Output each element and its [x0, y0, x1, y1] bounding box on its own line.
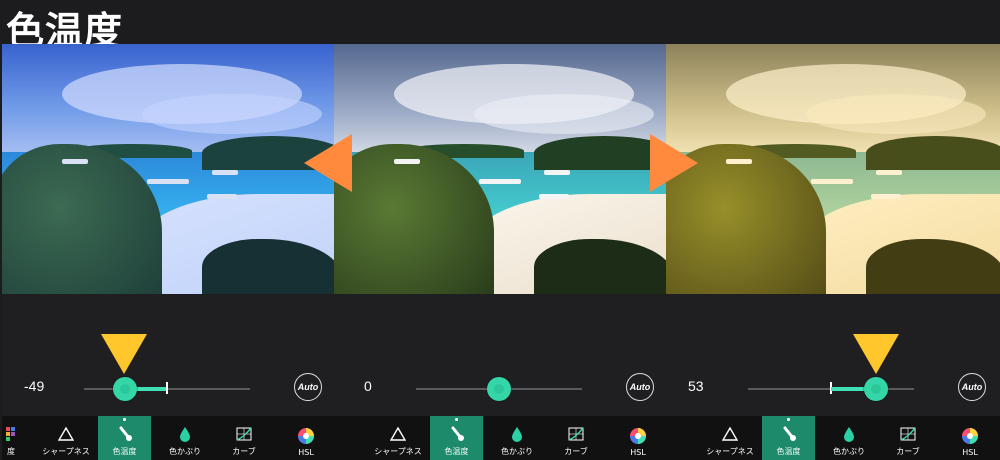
tool-bar: シャープネス 色温度 色かぶり カーブ HSL [666, 416, 1000, 460]
curve-icon [899, 425, 917, 443]
tool-tint[interactable]: 色かぶり [824, 416, 874, 460]
tool-bar: 度 シャープネス 色温度 色かぶり カーブ HSL [2, 416, 334, 460]
thermometer-icon [116, 425, 134, 443]
tool-bar: シャープネス 色温度 色かぶり カーブ HSL [334, 416, 666, 460]
tool-label: HSL [962, 448, 978, 457]
slider-knob[interactable] [487, 377, 511, 401]
slider-controls: 0 Auto [334, 294, 666, 412]
color-wheel-icon [629, 427, 647, 445]
tool-label: シャープネス [42, 447, 90, 456]
tool-label: シャープネス [706, 447, 754, 456]
pointer-triangle-icon [853, 334, 899, 374]
tool-label: カーブ [232, 447, 256, 456]
grid-color-icon [2, 425, 20, 443]
photo-preview [666, 44, 1000, 294]
slider-value: -49 [24, 378, 45, 394]
tool-label: 度 [7, 447, 15, 456]
slider-value: 0 [364, 378, 372, 394]
editor-panel-neutral: 0 Auto シャープネス 色温度 色かぶり カーブ HSL [334, 44, 666, 460]
auto-button[interactable]: Auto [626, 373, 654, 401]
tool-hsl[interactable]: HSL [286, 416, 326, 460]
tool-color-temperature[interactable]: 色温度 [430, 416, 483, 460]
curve-icon [567, 425, 585, 443]
arrow-right-icon [650, 134, 698, 192]
tool-label: 色温度 [444, 447, 469, 456]
slider-controls: 53 Auto [666, 294, 1000, 412]
pointer-triangle-icon [101, 334, 147, 374]
thermometer-icon [780, 425, 798, 443]
thermometer-icon [448, 425, 466, 443]
photo-preview [334, 44, 666, 294]
tool-label: HSL [630, 448, 646, 457]
triangle-icon [389, 425, 407, 443]
photo-preview [2, 44, 334, 294]
tool-color-temperature[interactable]: 色温度 [98, 416, 151, 460]
auto-button[interactable]: Auto [958, 373, 986, 401]
tool-curve[interactable]: カーブ [222, 416, 266, 460]
tool-hsl[interactable]: HSL [618, 416, 658, 460]
auto-button[interactable]: Auto [294, 373, 322, 401]
tool-tint[interactable]: 色かぶり [492, 416, 542, 460]
slider-knob[interactable] [113, 377, 137, 401]
slider-controls: -49 Auto [2, 294, 334, 412]
tool-hsl[interactable]: HSL [950, 416, 990, 460]
triangle-icon [57, 425, 75, 443]
tool-color-temperature[interactable]: 色温度 [762, 416, 815, 460]
tool-sharpness[interactable]: シャープネス [368, 416, 428, 460]
slider-value: 53 [688, 378, 704, 394]
color-wheel-icon [961, 427, 979, 445]
editor-panel-cool: -49 Auto 度 シャープネス 色温度 色かぶり カーブ HSL [2, 44, 334, 460]
tool-label: カーブ [896, 447, 920, 456]
tool-tint[interactable]: 色かぶり [160, 416, 210, 460]
triangle-icon [721, 425, 739, 443]
arrow-left-icon [304, 134, 352, 192]
tool-label: HSL [298, 448, 314, 457]
tool-partial[interactable]: 度 [2, 416, 20, 460]
slider-knob[interactable] [864, 377, 888, 401]
curve-icon [235, 425, 253, 443]
tool-label: 色かぶり [169, 447, 201, 456]
tool-sharpness[interactable]: シャープネス [36, 416, 96, 460]
editor-panel-warm: 53 Auto シャープネス 色温度 色かぶり カーブ HSL [666, 44, 1000, 460]
droplet-icon [176, 425, 194, 443]
tool-label: 色温度 [112, 447, 137, 456]
tool-curve[interactable]: カーブ [886, 416, 930, 460]
droplet-icon [840, 425, 858, 443]
color-wheel-icon [297, 427, 315, 445]
tool-label: カーブ [564, 447, 588, 456]
tool-sharpness[interactable]: シャープネス [700, 416, 760, 460]
droplet-icon [508, 425, 526, 443]
slider-origin-tick [166, 382, 168, 394]
tool-label: 色かぶり [833, 447, 865, 456]
tool-label: 色温度 [776, 447, 801, 456]
tool-label: シャープネス [374, 447, 422, 456]
tool-curve[interactable]: カーブ [554, 416, 598, 460]
tool-label: 色かぶり [501, 447, 533, 456]
